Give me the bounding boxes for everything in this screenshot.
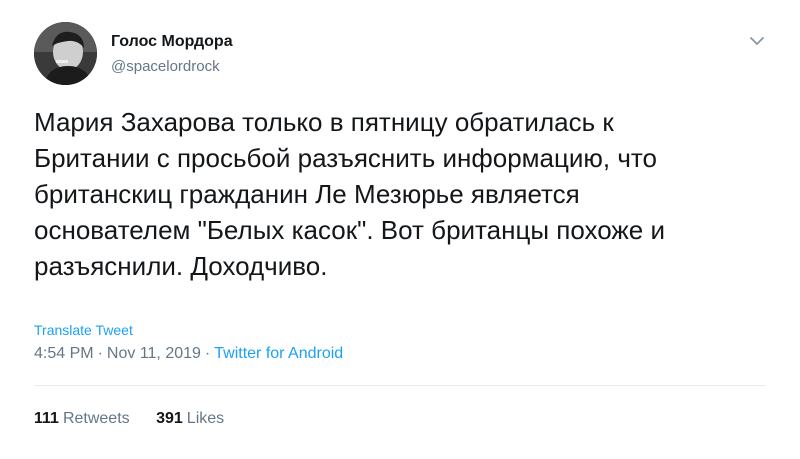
avatar[interactable]: [34, 22, 97, 85]
divider: [34, 385, 766, 386]
retweets-count: 111: [34, 410, 59, 427]
translate-tweet-link[interactable]: Translate Tweet: [34, 322, 133, 338]
likes-label: Likes: [186, 410, 225, 427]
chevron-down-icon[interactable]: [746, 30, 768, 52]
tweet-meta: 4:54 PM · Nov 11, 2019 · Twitter for Android: [34, 345, 343, 363]
tweet-date[interactable]: Nov 11, 2019: [107, 345, 201, 362]
retweets-stat[interactable]: 111 Retweets: [34, 410, 130, 428]
tweet-card: Голос Мордора @spacelordrock Мария Захар…: [0, 0, 800, 459]
display-name[interactable]: Голос Мордора: [111, 33, 233, 51]
tweet-time[interactable]: 4:54 PM: [34, 345, 94, 362]
tweet-stats: 111 Retweets 391 Likes: [34, 410, 246, 428]
meta-separator: ·: [97, 345, 103, 362]
avatar-image: [34, 22, 97, 85]
retweets-label: Retweets: [62, 410, 130, 427]
likes-count: 391: [156, 410, 183, 427]
meta-separator: ·: [204, 345, 211, 362]
tweet-source-link[interactable]: Twitter for Android: [214, 345, 343, 362]
tweet-text: Мария Захарова только в пятницу обратила…: [34, 107, 666, 281]
user-handle[interactable]: @spacelordrock: [111, 58, 220, 75]
likes-stat[interactable]: 391 Likes: [156, 410, 224, 428]
